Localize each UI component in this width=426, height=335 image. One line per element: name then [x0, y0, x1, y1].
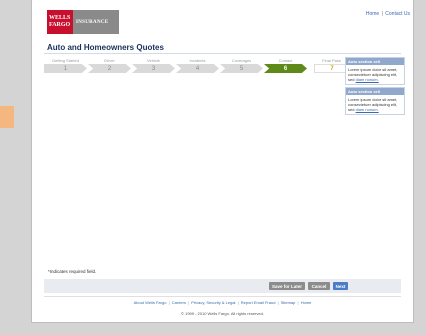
side-info-box-2: Auto section cell Lorem ipsum dolor sit …	[345, 87, 405, 115]
footer-link-about[interactable]: About Wells Fargo	[134, 300, 167, 305]
page-container: WELLS FARGO INSURANCE Home | Contact Us …	[31, 0, 414, 323]
side-box-title: Auto section cell	[346, 58, 404, 65]
footer-link-privacy[interactable]: Privacy, Security & Legal	[191, 300, 235, 305]
product-name: INSURANCE	[73, 10, 119, 34]
side-box-link[interactable]: diam nonum.	[356, 107, 379, 112]
progress-steps: 1 2 3 4 5 6 7	[44, 64, 358, 73]
action-bar: Save for Later Cancel Next	[44, 279, 401, 293]
top-links: Home | Contact Us	[366, 11, 410, 17]
step-label: Contact	[278, 58, 293, 63]
footer-links: About Wells Fargo | Careers | Privacy, S…	[32, 300, 413, 305]
side-box-body: Lorem ipsum dolor sit amet, consectetuer…	[346, 65, 404, 84]
link-separator: |	[381, 11, 383, 17]
step-1[interactable]: 1	[44, 64, 87, 73]
contact-us-link[interactable]: Contact Us	[385, 11, 410, 17]
step-6-current: 6	[264, 64, 307, 73]
step-5[interactable]: 5	[220, 64, 263, 73]
brand-line2: FARGO	[49, 22, 71, 28]
brand-line1: WELLS	[49, 15, 71, 21]
step-label: Vehicle	[147, 58, 160, 63]
step-4[interactable]: 4	[176, 64, 219, 73]
footer-link-careers[interactable]: Careers	[172, 300, 186, 305]
step-label: Incidents	[189, 58, 206, 63]
step-label: Driver	[104, 58, 115, 63]
cancel-button[interactable]: Cancel	[308, 282, 330, 290]
required-field-note: *Indicates required field.	[48, 269, 97, 274]
copyright-text: © 1999 - 2010 Wells Fargo. All rights re…	[181, 311, 264, 316]
footer-divider	[44, 296, 401, 297]
brand-mark: WELLS FARGO	[47, 10, 73, 34]
link-separator: |	[297, 300, 299, 305]
link-separator: |	[168, 300, 170, 305]
side-tab-marker	[0, 106, 14, 128]
side-box-link[interactable]: diam nonum.	[356, 77, 379, 82]
step-label: Getting Started	[52, 58, 79, 63]
side-info-box-1: Auto section cell Lorem ipsum dolor sit …	[345, 57, 405, 85]
footer-link-report-fraud[interactable]: Report Email Fraud	[241, 300, 276, 305]
footer-link-sitemap[interactable]: Sitemap	[281, 300, 296, 305]
next-button[interactable]: Next	[333, 282, 348, 290]
step-label: Coverages	[231, 58, 252, 63]
footer-link-home[interactable]: Home	[301, 300, 312, 305]
link-separator: |	[188, 300, 190, 305]
home-link[interactable]: Home	[366, 11, 379, 17]
side-box-title: Auto section cell	[346, 88, 404, 95]
link-separator: |	[277, 300, 279, 305]
page-title: Auto and Homeowners Quotes	[47, 43, 164, 52]
step-2[interactable]: 2	[88, 64, 131, 73]
side-box-body: Lorem ipsum dolor sit amet, consectetuer…	[346, 95, 404, 114]
title-divider	[44, 53, 401, 54]
wells-fargo-insurance-logo[interactable]: WELLS FARGO INSURANCE	[47, 10, 119, 34]
link-separator: |	[237, 300, 239, 305]
step-3[interactable]: 3	[132, 64, 175, 73]
save-for-later-button[interactable]: Save for Later	[269, 282, 305, 290]
